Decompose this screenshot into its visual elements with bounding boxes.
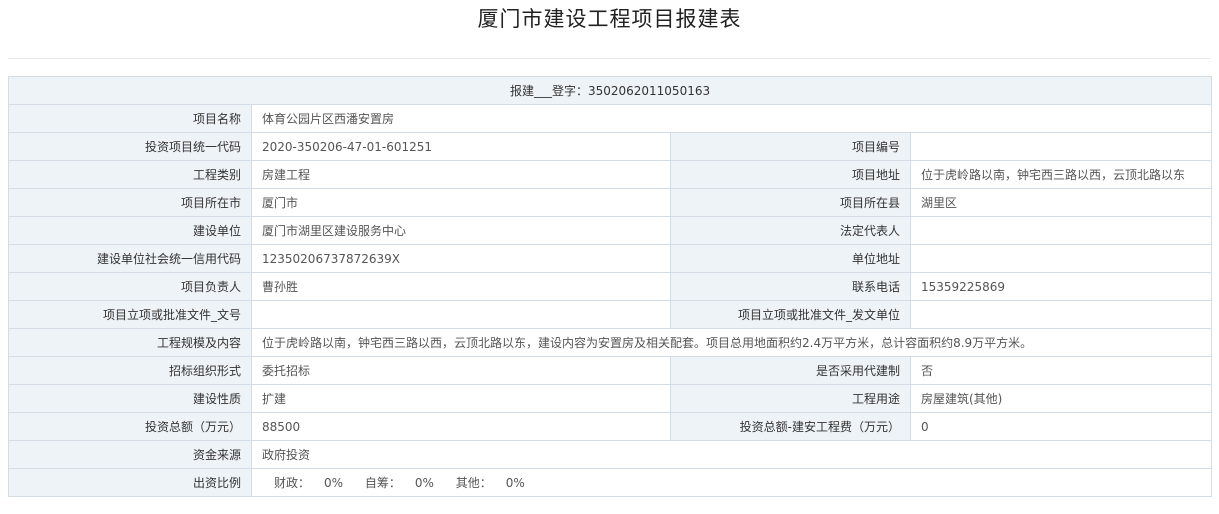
field-label: 法定代表人 bbox=[670, 216, 911, 245]
ratio-fiscal: 财政： 0% bbox=[274, 476, 343, 490]
table-row: 工程类别 房建工程 项目地址 位于虎岭路以南，钟宅西三路以西，云顶北路以东 bbox=[8, 160, 1213, 189]
field-label: 投资项目统一代码 bbox=[8, 132, 252, 161]
approval-issuer-value bbox=[909, 300, 1213, 329]
table-row: 投资总额（万元） 88500 投资总额-建安工程费（万元） 0 bbox=[8, 412, 1213, 441]
ratio-fiscal-value: 0% bbox=[324, 476, 344, 490]
field-label: 建设性质 bbox=[8, 384, 252, 413]
scale-value: 位于虎岭路以南，钟宅西三路以西，云顶北路以东，建设内容为安置房及相关配套。项目总… bbox=[250, 328, 1213, 357]
construction-cost-value: 0 bbox=[909, 412, 1213, 441]
usage-value: 房屋建筑(其他) bbox=[909, 384, 1213, 413]
table-row: 出资比例 财政： 0% 自筹： 0% 其他： 0% bbox=[8, 468, 1213, 497]
ratio-fiscal-label: 财政： bbox=[274, 476, 311, 490]
page-title: 厦门市建设工程项目报建表 bbox=[477, 7, 742, 31]
invest-code-value: 2020-350206-47-01-601251 bbox=[251, 132, 671, 161]
project-name-value: 体育公园片区西潘安置房 bbox=[250, 104, 1213, 133]
project-registration-table: 报建___登字：3502062011050163 项目名称 体育公园片区西潘安置… bbox=[7, 76, 1213, 497]
field-label: 单位地址 bbox=[670, 244, 911, 273]
city-value: 厦门市 bbox=[251, 188, 671, 217]
field-label: 项目负责人 bbox=[8, 272, 252, 301]
field-label: 项目所在市 bbox=[8, 188, 252, 217]
table-row: 建设单位社会统一信用代码 12350206737872639X 单位地址 bbox=[8, 244, 1213, 273]
county-value: 湖里区 bbox=[909, 188, 1213, 217]
field-label: 出资比例 bbox=[8, 468, 252, 497]
approval-doc-no-value bbox=[251, 300, 671, 329]
ratio-self-label: 自筹： bbox=[364, 476, 401, 490]
table-row: 项目立项或批准文件_文号 项目立项或批准文件_发文单位 bbox=[8, 300, 1213, 329]
field-label: 资金来源 bbox=[8, 440, 252, 469]
table-row: 建设单位 厦门市湖里区建设服务中心 法定代表人 bbox=[8, 216, 1213, 245]
ratio-other-label: 其他： bbox=[455, 476, 492, 490]
registration-row: 报建___登字：3502062011050163 bbox=[7, 76, 1213, 105]
field-label: 招标组织形式 bbox=[8, 356, 252, 385]
ratio-self-value: 0% bbox=[414, 476, 434, 490]
table-row: 项目所在市 厦门市 项目所在县 湖里区 bbox=[8, 188, 1213, 217]
field-label: 工程规模及内容 bbox=[8, 328, 252, 357]
field-label: 项目地址 bbox=[670, 160, 911, 189]
table-row: 工程规模及内容 位于虎岭路以南，钟宅西三路以西，云顶北路以东，建设内容为安置房及… bbox=[8, 328, 1213, 357]
title-divider bbox=[8, 58, 1211, 59]
unit-address-value bbox=[909, 244, 1213, 273]
agent-system-value: 否 bbox=[909, 356, 1213, 385]
field-label: 是否采用代建制 bbox=[670, 356, 911, 385]
field-label: 投资总额-建安工程费（万元） bbox=[670, 412, 911, 441]
field-label: 联系电话 bbox=[670, 272, 911, 301]
funding-ratio-value: 财政： 0% 自筹： 0% 其他： 0% bbox=[250, 468, 1213, 497]
project-no-value bbox=[909, 132, 1213, 161]
fund-source-value: 政府投资 bbox=[250, 440, 1213, 469]
registration-number: 3502062011050163 bbox=[587, 84, 711, 98]
total-invest-value: 88500 bbox=[251, 412, 671, 441]
bidding-form-value: 委托招标 bbox=[251, 356, 671, 385]
field-label: 建设单位社会统一信用代码 bbox=[8, 244, 252, 273]
table-row: 资金来源 政府投资 bbox=[8, 440, 1213, 469]
table-row: 项目名称 体育公园片区西潘安置房 bbox=[8, 104, 1213, 133]
field-label: 项目编号 bbox=[670, 132, 911, 161]
table-row: 建设性质 扩建 工程用途 房屋建筑(其他) bbox=[8, 384, 1213, 413]
phone-value: 15359225869 bbox=[909, 272, 1213, 301]
project-address-value: 位于虎岭路以南，钟宅西三路以西，云顶北路以东 bbox=[909, 160, 1213, 189]
registration-number-cell: 报建___登字：3502062011050163 bbox=[7, 76, 1213, 105]
person-in-charge-value: 曹孙胜 bbox=[251, 272, 671, 301]
field-label: 建设单位 bbox=[8, 216, 252, 245]
field-label: 项目所在县 bbox=[670, 188, 911, 217]
project-category-value: 房建工程 bbox=[251, 160, 671, 189]
field-label: 投资总额（万元） bbox=[8, 412, 252, 441]
table-row: 招标组织形式 委托招标 是否采用代建制 否 bbox=[8, 356, 1213, 385]
ratio-self: 自筹： 0% bbox=[365, 476, 434, 490]
field-label: 工程用途 bbox=[670, 384, 911, 413]
ratio-other-value: 0% bbox=[505, 476, 525, 490]
table-row: 项目负责人 曹孙胜 联系电话 15359225869 bbox=[8, 272, 1213, 301]
ratio-other: 其他： 0% bbox=[456, 476, 525, 490]
field-label: 项目立项或批准文件_发文单位 bbox=[670, 300, 911, 329]
field-label: 工程类别 bbox=[8, 160, 252, 189]
legal-rep-value bbox=[909, 216, 1213, 245]
builder-value: 厦门市湖里区建设服务中心 bbox=[251, 216, 671, 245]
credit-code-value: 12350206737872639X bbox=[251, 244, 671, 273]
nature-value: 扩建 bbox=[251, 384, 671, 413]
field-label: 项目名称 bbox=[8, 104, 252, 133]
field-label: 项目立项或批准文件_文号 bbox=[8, 300, 252, 329]
table-row: 投资项目统一代码 2020-350206-47-01-601251 项目编号 bbox=[8, 132, 1213, 161]
registration-label: 报建___登字： bbox=[509, 84, 588, 98]
